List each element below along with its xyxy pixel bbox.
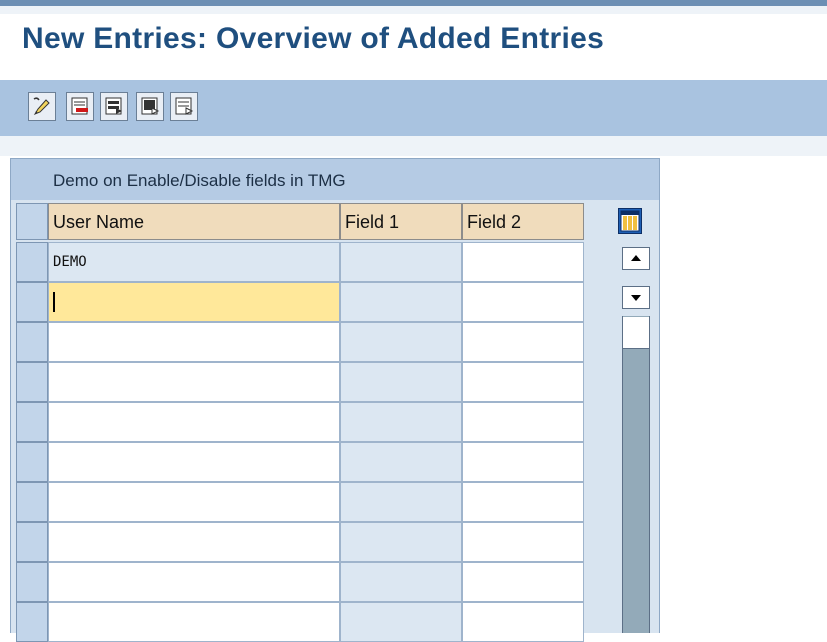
column-header-field-1[interactable]: Field 1 — [340, 203, 462, 240]
deselect-all-button[interactable] — [170, 92, 198, 121]
row-selector[interactable] — [16, 442, 48, 482]
row-selector[interactable] — [16, 242, 48, 282]
field-2-cell[interactable] — [462, 242, 584, 282]
field-2-cell[interactable] — [462, 522, 584, 562]
table-title: Demo on Enable/Disable fields in TMG — [53, 171, 346, 190]
user-name-cell[interactable] — [48, 402, 340, 442]
field-1-cell — [340, 322, 462, 362]
change-display-icon — [33, 97, 50, 116]
field-2-cell[interactable] — [462, 442, 584, 482]
field-1-cell — [340, 602, 462, 642]
field-2-cell[interactable] — [462, 402, 584, 442]
select-block-icon — [141, 97, 160, 115]
table-title-bar: Demo on Enable/Disable fields in TMG — [11, 159, 659, 200]
column-configuration-button[interactable] — [618, 208, 642, 234]
field-2-cell[interactable] — [462, 282, 584, 322]
user-name-cell[interactable] — [48, 562, 340, 602]
row-selector[interactable] — [16, 562, 48, 602]
field-2-cell[interactable] — [462, 362, 584, 402]
row-selector[interactable] — [16, 282, 48, 322]
field-1-cell — [340, 282, 462, 322]
arrow-up-icon — [631, 255, 641, 261]
window-top-strip — [0, 6, 827, 14]
user-name-cell[interactable] — [48, 482, 340, 522]
user-name-cell[interactable] — [48, 602, 340, 642]
field-2-cell[interactable] — [462, 482, 584, 522]
vertical-scrollbar-track[interactable] — [622, 316, 650, 633]
user-name-cell[interactable] — [48, 282, 340, 322]
table-settings-icon — [620, 210, 640, 232]
arrow-down-icon — [631, 295, 641, 301]
scroll-up-button[interactable] — [622, 247, 650, 270]
change-display-button[interactable] — [28, 92, 56, 121]
toolbar-separator — [0, 136, 827, 156]
field-1-cell — [340, 242, 462, 282]
field-1-cell — [340, 562, 462, 602]
row-selector[interactable] — [16, 362, 48, 402]
delete-row-button[interactable] — [66, 92, 94, 121]
field-2-cell[interactable] — [462, 602, 584, 642]
user-name-cell[interactable] — [48, 322, 340, 362]
field-1-cell — [340, 522, 462, 562]
select-all-icon — [105, 97, 122, 115]
deselect-all-icon — [175, 97, 194, 115]
select-all-rows-button[interactable] — [16, 203, 48, 240]
field-2-cell[interactable] — [462, 562, 584, 602]
row-selector[interactable] — [16, 402, 48, 442]
page-title: New Entries: Overview of Added Entries — [22, 22, 605, 55]
row-selector[interactable] — [16, 522, 48, 562]
user-name-cell[interactable]: DEMO — [48, 242, 340, 282]
column-header-user-name[interactable]: User Name — [48, 203, 340, 240]
select-block-button[interactable] — [136, 92, 164, 121]
row-selector[interactable] — [16, 602, 48, 642]
row-selector[interactable] — [16, 322, 48, 362]
field-1-cell — [340, 402, 462, 442]
user-name-cell[interactable] — [48, 362, 340, 402]
row-selector[interactable] — [16, 482, 48, 522]
field-2-cell[interactable] — [462, 322, 584, 362]
text-cursor — [53, 292, 55, 312]
field-1-cell — [340, 362, 462, 402]
column-header-field-2[interactable]: Field 2 — [462, 203, 584, 240]
select-all-button[interactable] — [100, 92, 128, 121]
field-1-cell — [340, 482, 462, 522]
field-1-cell — [340, 442, 462, 482]
user-name-cell[interactable] — [48, 522, 340, 562]
delete-row-icon — [71, 97, 88, 115]
vertical-scrollbar-thumb[interactable] — [623, 317, 649, 349]
application-toolbar — [0, 80, 827, 136]
user-name-cell[interactable] — [48, 442, 340, 482]
scroll-down-button[interactable] — [622, 286, 650, 309]
